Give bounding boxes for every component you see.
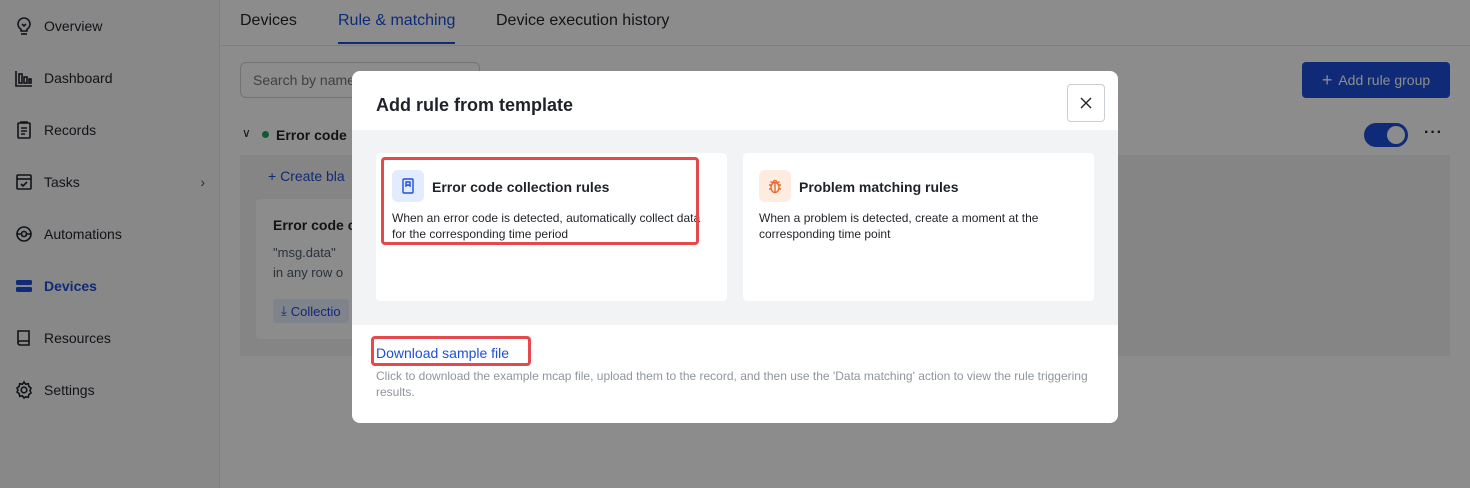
download-description: Click to download the example mcap file,…	[376, 369, 1088, 399]
highlight-box	[381, 157, 699, 245]
template-card-problem-matching[interactable]: Problem matching rules When a problem is…	[743, 153, 1094, 301]
template-description: When a problem is detected, create a mom…	[759, 211, 1039, 241]
modal-title: Add rule from template	[376, 95, 574, 115]
highlight-box	[371, 336, 531, 366]
close-button[interactable]	[1067, 84, 1105, 122]
bug-icon	[759, 170, 791, 202]
template-title: Problem matching rules	[799, 179, 959, 195]
template-list: Error code collection rules When an erro…	[352, 130, 1118, 325]
close-icon	[1080, 97, 1092, 109]
add-rule-modal: Add rule from template Error code collec…	[352, 71, 1118, 423]
